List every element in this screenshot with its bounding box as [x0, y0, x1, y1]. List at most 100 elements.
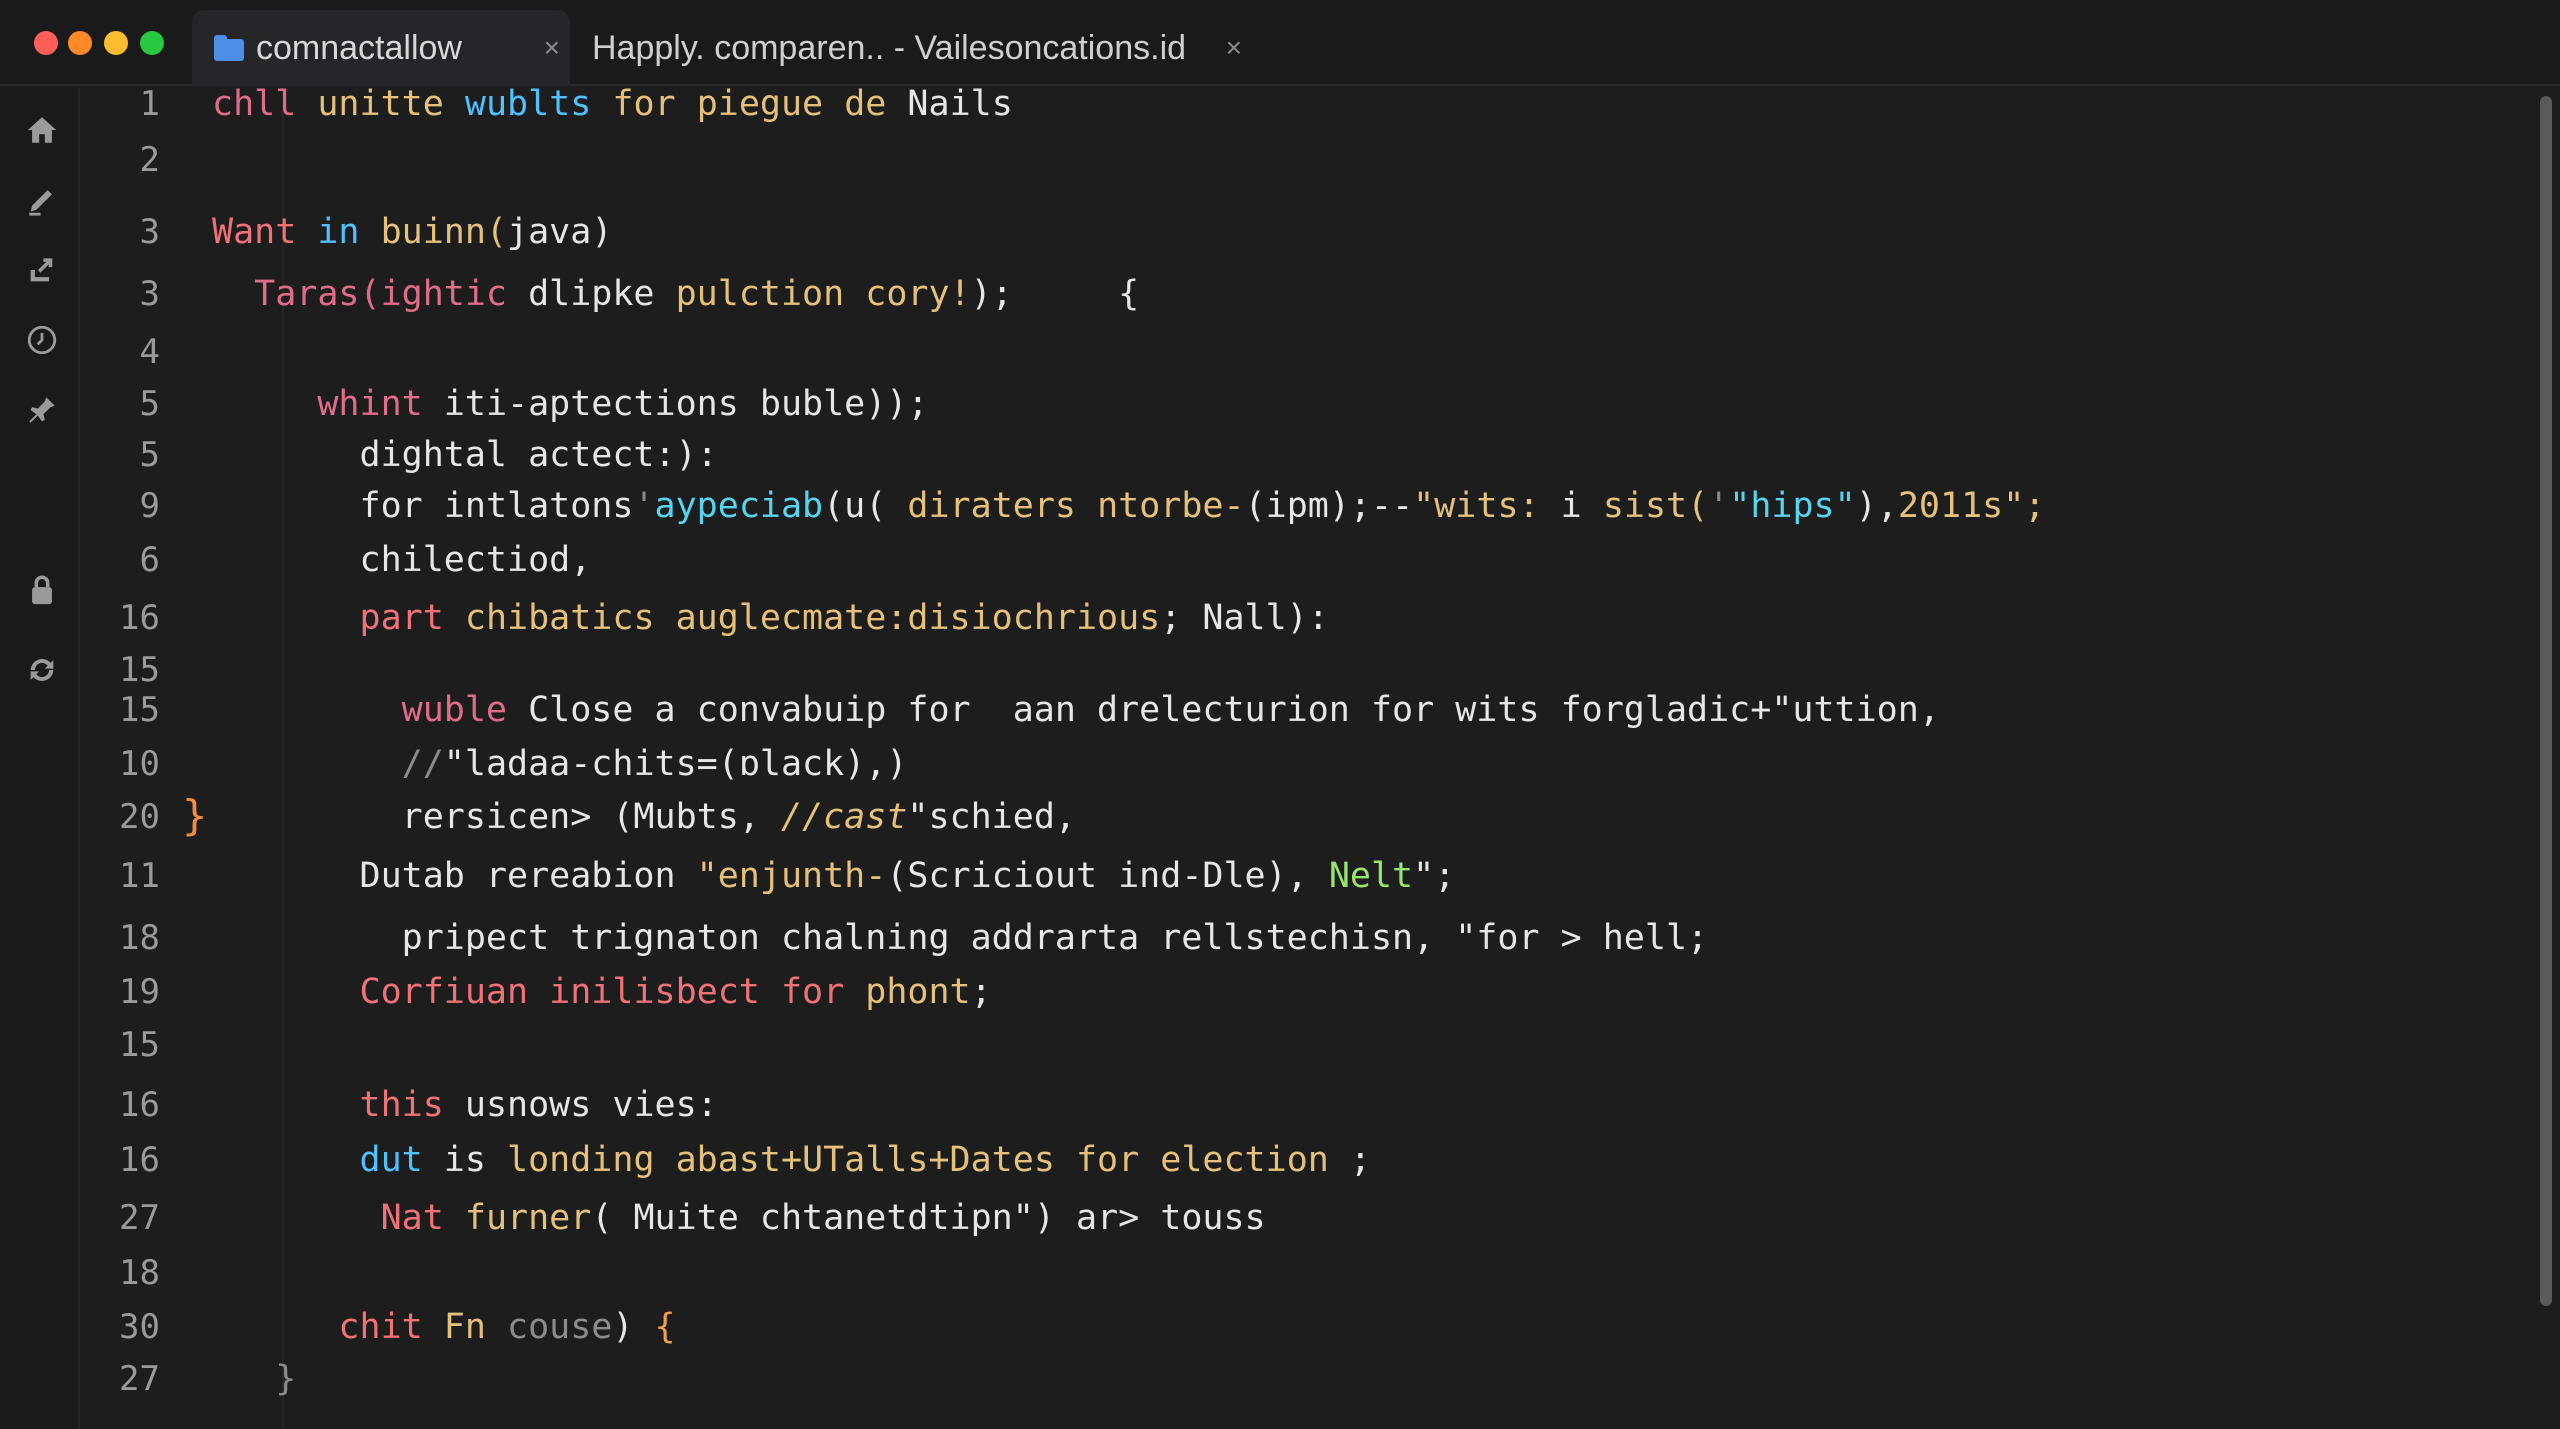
code-token: Want [212, 212, 318, 252]
close-window-button[interactable] [34, 31, 58, 55]
code-text: chll unitte wublts for piegue de Nails [212, 84, 1013, 124]
code-token: "enjunth- [696, 856, 887, 896]
code-text: Want in buinn(java) [212, 212, 612, 252]
line-number: 18 [119, 918, 160, 958]
code-token: (Scriciout ind-Dle), [886, 856, 1329, 896]
code-text: dightal actect:): [212, 435, 718, 475]
code-token: (ipm);-- [1244, 486, 1414, 526]
share-icon[interactable] [24, 252, 60, 288]
code-text: this usnows vies: [212, 1085, 718, 1125]
code-text: chilectiod, [212, 540, 592, 580]
code-editor[interactable]: 1 chll unitte wublts for piegue de Nails 2… [82, 84, 2522, 1429]
line-number: 2 [139, 140, 160, 180]
line-number: 5 [139, 435, 160, 475]
zoom-window-button[interactable] [104, 31, 128, 55]
code-token: { [654, 1307, 676, 1347]
line-number: 10 [119, 744, 160, 784]
line-number: 15 [119, 690, 160, 730]
line-number: 3 [139, 274, 160, 314]
code-token: chilectiod, [212, 540, 592, 580]
code-text: Taras(ightic dlipke pulction cory!); { [212, 274, 1139, 314]
code-token: chll [212, 84, 318, 124]
code-token: piegue [696, 84, 845, 124]
home-icon[interactable] [24, 112, 60, 148]
code-token: ), [1855, 486, 1898, 526]
sync-icon[interactable] [24, 652, 60, 688]
edit-icon[interactable] [24, 182, 60, 218]
code-token: // [212, 744, 444, 784]
code-token: sist( [1602, 486, 1709, 526]
line-number: 6 [139, 540, 160, 580]
scrollbar-thumb[interactable] [2540, 96, 2552, 1306]
fold-marker[interactable]: } [182, 791, 207, 840]
code-token: chit [212, 1307, 444, 1347]
lock-icon[interactable] [24, 572, 60, 608]
code-token: chibatics [464, 598, 676, 638]
tab-label: Happly. comparen.. - Vailesoncations.id [592, 28, 1187, 67]
code-token: ' [1708, 486, 1730, 526]
code-token: for [1075, 1140, 1161, 1180]
code-token: aypeciab [654, 486, 824, 526]
code-token: dut [212, 1140, 444, 1180]
line-number: 19 [119, 972, 160, 1012]
line-number: 20 [119, 797, 160, 837]
code-token: ) [591, 212, 613, 252]
code-token: in [317, 212, 381, 252]
code-token: wublts [464, 84, 613, 124]
line-number: 11 [119, 856, 160, 896]
code-token: pripect trignaton chalning addrarta rell… [212, 918, 1709, 958]
code-token: dightal actect:): [212, 435, 718, 475]
code-token: londing [507, 1140, 676, 1180]
code-token: diraters [907, 486, 1098, 526]
code-token: Nelt [1328, 856, 1414, 896]
code-token: part [212, 598, 465, 638]
tab-close-icon[interactable]: × [1226, 32, 1242, 64]
code-token: ( Muite chtanetdtipn") ar> touss [591, 1198, 1266, 1238]
code-token: for [612, 84, 697, 124]
code-token: abast+UTalls+Dates [675, 1140, 1076, 1180]
code-token: ntorbe- [1097, 486, 1245, 526]
fullscreen-window-button[interactable] [140, 31, 164, 55]
line-number: 5 [139, 384, 160, 424]
code-text: Dutab rereabion "enjunth-(Scriciout ind-… [212, 856, 1456, 896]
code-token: "wits: [1413, 486, 1561, 526]
code-token: phont [865, 972, 971, 1012]
line-number: 27 [119, 1198, 160, 1238]
code-token: ),) [844, 744, 908, 784]
code-token: Corfiuan [212, 972, 550, 1012]
tab-comnactallow[interactable]: comnactallow × [192, 10, 570, 86]
line-number: 4 [139, 332, 160, 372]
code-text: whint iti-aptections buble)); [212, 384, 928, 424]
line-number: 15 [119, 650, 160, 690]
code-token: (u( [823, 486, 908, 526]
code-token: furner [464, 1198, 592, 1238]
tab-close-icon[interactable]: × [544, 32, 560, 64]
code-token: de [844, 84, 908, 124]
code-token: buinn( [380, 212, 508, 252]
code-token: "schied, [907, 797, 1076, 837]
history-icon[interactable] [24, 322, 60, 358]
code-text: rersicen> (Mubts, //cast"schied, [212, 797, 1076, 837]
line-number: 16 [119, 1085, 160, 1125]
code-token: wuble [212, 690, 529, 730]
code-token: ); { [970, 274, 1140, 314]
line-number: 30 [119, 1307, 160, 1347]
code-token: ; [1349, 1140, 1371, 1180]
pin-icon[interactable] [24, 392, 60, 428]
line-number: 16 [119, 598, 160, 638]
code-token: //cast [780, 797, 908, 837]
editor-window: comnactallow × Happly. comparen.. - Vail… [0, 0, 2560, 1429]
minimize-window-button[interactable] [68, 31, 92, 55]
code-token: this [212, 1085, 465, 1125]
code-text: for intlatons'aypeciab(u( diraters ntorb… [212, 486, 2046, 526]
code-token: Taras(ightic [212, 274, 529, 314]
tab-happly-comparen[interactable]: Happly. comparen.. - Vailesoncations.id … [572, 10, 1252, 86]
code-text: chit Fn couse) { [212, 1307, 676, 1347]
code-token: "ladaa-chits=( [443, 744, 739, 784]
code-token: "; [1413, 856, 1456, 896]
code-token: ɒlack [738, 744, 845, 784]
code-token: couse [507, 1307, 613, 1347]
code-token: for [780, 972, 866, 1012]
code-token: is [443, 1140, 508, 1180]
code-token: cory! [865, 274, 971, 314]
